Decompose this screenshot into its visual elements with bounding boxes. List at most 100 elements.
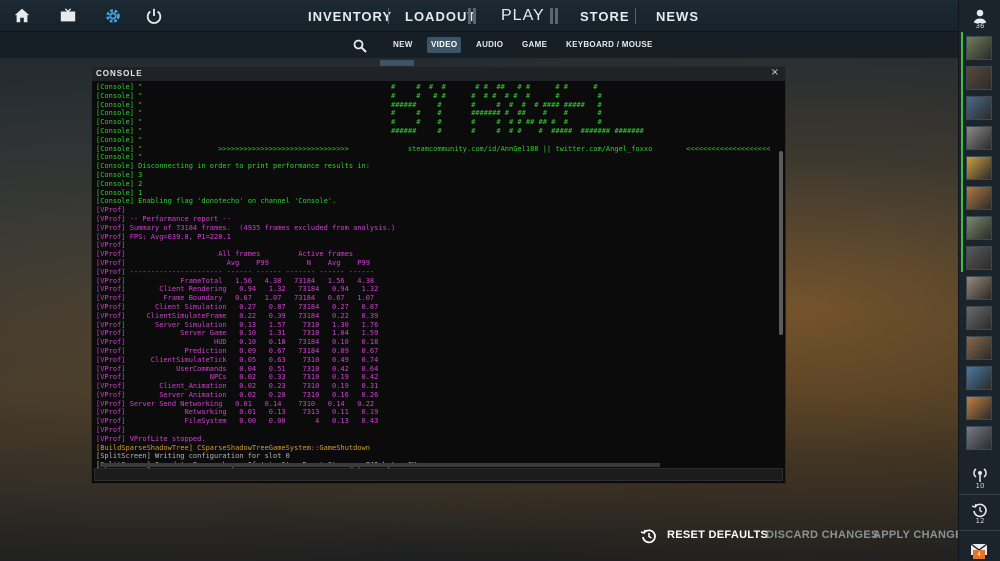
console-line: [VProf] Frame Boundary 0.67 1.07 73184 0… [96, 294, 375, 303]
tab-keyboard-mouse[interactable]: KEYBOARD / MOUSE [562, 37, 657, 53]
console-title: CONSOLE [96, 69, 143, 78]
console-line: [Console] Enabling flag 'donotecho' on c… [96, 197, 337, 206]
console-line: [VProf] [96, 426, 126, 435]
console-output: [Console] " # # # # # # ## # # # # # [Con… [96, 83, 776, 469]
console-line: [BuildSparseShadowTree] CSparseShadowTre… [96, 443, 370, 452]
console-line: [VProf] FPS: Avg=639.8, P1=228.1 [96, 232, 231, 241]
console-line: [Console] " # # # # # # # ## ## # # # [96, 118, 602, 127]
console-line: [VProf] ClientSimulateFrame 0.22 0.39 73… [96, 311, 379, 320]
console-line: [Console] " # # # # # # # # # # # # [96, 91, 602, 100]
divider [959, 494, 1000, 495]
reset-icon[interactable] [640, 527, 658, 545]
history-count: 12 [975, 517, 985, 525]
console-vertical-scrollbar[interactable] [779, 151, 783, 335]
friend-avatar[interactable] [966, 156, 992, 180]
console-line: [Console] " [96, 135, 143, 144]
friends-count: 36 [975, 22, 985, 30]
search-icon[interactable] [353, 38, 367, 53]
console-line: [VProf] ---------------------- ------ --… [96, 267, 375, 276]
console-line: [VProf] Summary of 73184 frames. (4935 f… [96, 223, 396, 232]
console-line: [Console] " [96, 153, 143, 162]
apply-changes-button[interactable]: APPLY CHANGES [873, 529, 970, 541]
console-line: [VProf] Server Animation 0.02 0.20 7310 … [96, 390, 379, 399]
play-decoration [550, 8, 560, 24]
scrollbar-thumb[interactable] [100, 463, 660, 467]
console-line: [VProf] -- Performance report -- [96, 214, 231, 223]
friend-avatar[interactable] [966, 66, 992, 90]
reset-defaults-button[interactable]: RESET DEFAULTS [667, 529, 768, 541]
gear-icon[interactable] [103, 6, 123, 26]
broadcast-count: 10 [975, 482, 985, 490]
console-line: [Console] 3 [96, 170, 143, 179]
nav-loadout[interactable]: LOADOUT [405, 0, 476, 32]
nav-play[interactable]: PLAY [501, 0, 545, 32]
tv-icon[interactable] [58, 6, 78, 26]
console-line: [VProf] UserCommands 0.04 0.51 7310 0.42… [96, 364, 379, 373]
nav-divider [635, 8, 636, 24]
console-line: [VProf] Networking 0.01 0.13 7313 0.11 0… [96, 408, 379, 417]
friend-avatar[interactable] [966, 36, 992, 60]
console-line: [VProf] FrameTotal 1.56 4.38 73184 1.56 … [96, 276, 375, 285]
console-line: [Console] 2 [96, 179, 143, 188]
history-icon[interactable] [971, 502, 989, 518]
console-line: [Console] " # # # ####### # ## # # # [96, 109, 602, 118]
friend-avatar[interactable] [966, 306, 992, 330]
console-line: [VProf] Server Game 0.10 1.31 7310 1.04 … [96, 329, 379, 338]
home-icon[interactable] [12, 6, 32, 26]
top-nav-bar: INVENTORY LOADOUT PLAY STORE NEWS [0, 0, 958, 32]
tab-new[interactable]: NEW [389, 37, 417, 53]
console-line: [Console] " # # # # # # ## # # # # # [96, 83, 598, 91]
tab-audio[interactable]: AUDIO [472, 37, 507, 53]
console-horizontal-scrollbar[interactable] [96, 463, 776, 467]
mail-count-badge: 4 [973, 550, 985, 559]
nav-news[interactable]: NEWS [656, 0, 699, 32]
console-line: [Console] " >>>>>>>>>>>>>>>>>>>>>>>>>>>>… [96, 144, 771, 153]
friend-avatar[interactable] [966, 426, 992, 450]
console-title-bar[interactable]: CONSOLE × [92, 67, 785, 81]
console-line: [VProf] HUD 0.10 0.18 73184 0.10 0.18 [96, 338, 379, 347]
online-indicator [961, 32, 963, 272]
console-line: [VProf] VProfLite stopped. [96, 434, 206, 443]
console-line: [VProf] Avg P99 N Avg P99 [96, 258, 370, 267]
console-line: [VProf] Server Simulation 0.13 1.57 7310… [96, 320, 379, 329]
nav-inventory[interactable]: INVENTORY [308, 0, 392, 32]
friend-avatar[interactable] [966, 96, 992, 120]
friend-avatar[interactable] [966, 246, 992, 270]
console-line: [VProf] Client_Animation 0.02 0.23 7310 … [96, 382, 379, 391]
console-line: [VProf] Prediction 0.09 0.67 73184 0.09 … [96, 346, 379, 355]
close-icon[interactable]: × [771, 67, 779, 78]
friend-avatar[interactable] [966, 336, 992, 360]
console-line: [Console] " ###### # # # # # # ##### ###… [96, 126, 644, 135]
console-line: [SplitScreen] Writing configuration for … [96, 452, 290, 461]
nav-divider [388, 8, 389, 24]
tab-video[interactable]: VIDEO [427, 37, 462, 53]
console-line: [VProf] Client Rendering 0.94 1.32 73184… [96, 285, 379, 294]
discard-changes-button[interactable]: DISCARD CHANGES [766, 529, 879, 541]
nav-store[interactable]: STORE [580, 0, 630, 32]
friend-avatar[interactable] [966, 366, 992, 390]
broadcast-icon[interactable] [971, 466, 989, 482]
friends-icon[interactable] [972, 8, 988, 23]
console-input[interactable] [94, 468, 783, 481]
console-line: [VProf] ClientSimulateTick 0.05 0.63 731… [96, 355, 379, 364]
power-icon[interactable] [144, 6, 164, 26]
console-line: [VProf] NPCs 0.02 0.33 7310 0.19 0.42 [96, 373, 379, 382]
console-line: [VProf] FileSystem 0.00 0.00 4 0.13 0.43 [96, 417, 379, 426]
console-line: [VProf] Client Simulation 0.27 0.87 7318… [96, 302, 379, 311]
friend-avatar[interactable] [966, 126, 992, 150]
friends-sidebar: 36 10 12 4 [958, 0, 1000, 561]
console-line: [VProf] All frames Active frames [96, 250, 354, 259]
tab-game[interactable]: GAME [518, 37, 551, 53]
console-line: [VProf] [96, 206, 126, 215]
divider [959, 530, 1000, 531]
friend-avatar[interactable] [966, 186, 992, 210]
console-window[interactable]: CONSOLE × [Console] " # # # # # # ## # #… [91, 66, 786, 484]
console-line: [Console] " ###### # # # # # # #### ####… [96, 100, 602, 109]
console-line: [Console] 1 [96, 188, 143, 197]
friend-avatar[interactable] [966, 396, 992, 420]
console-line: [VProf] [96, 241, 126, 250]
friend-avatar[interactable] [966, 276, 992, 300]
console-line: [Console] Disconnecting in order to prin… [96, 162, 370, 171]
settings-tab-bar: NEW VIDEO AUDIO GAME KEYBOARD / MOUSE [0, 32, 958, 58]
friend-avatar[interactable] [966, 216, 992, 240]
